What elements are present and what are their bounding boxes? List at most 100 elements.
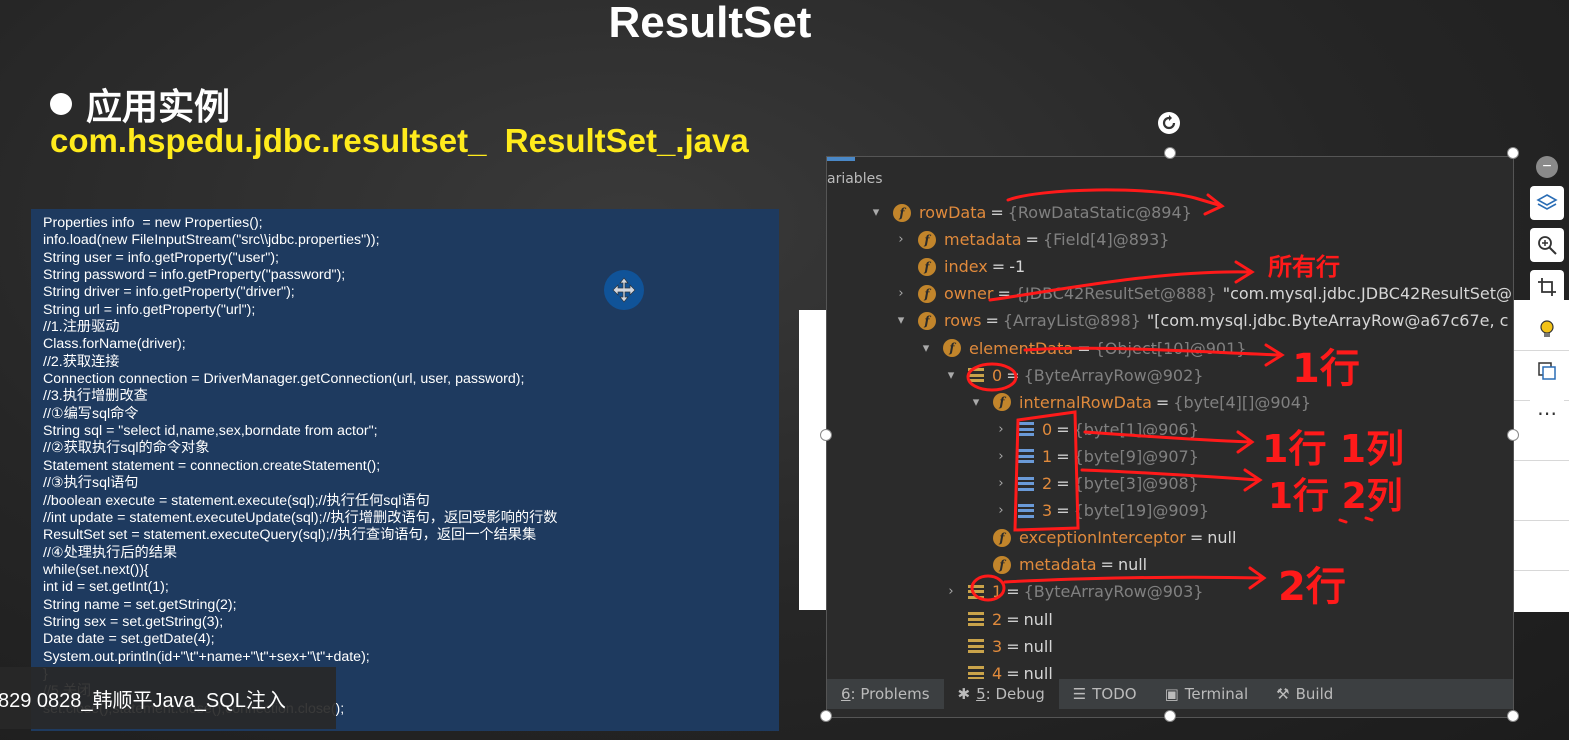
tool-tab[interactable]: 6: Problems <box>827 679 944 709</box>
code-line: int id = set.getInt(1); <box>43 579 169 596</box>
variable-row[interactable]: ▾ f rowData = {RowDataStatic@894} <box>869 199 1192 226</box>
tool-tab[interactable]: ✱ 5: Debug <box>943 679 1059 709</box>
zoom-icon[interactable] <box>1530 228 1564 262</box>
variable-row[interactable]: ▾ f rows = {ArrayList@898} "[com.mysql.jdbc.B… <box>894 307 1509 334</box>
variable-value: {ArrayList@898} <box>1002 311 1141 331</box>
equals-sign: = <box>1056 501 1070 521</box>
field-icon: f <box>918 230 936 249</box>
variable-value: {byte[4][]@904} <box>1173 392 1312 412</box>
code-line: String url = info.getProperty("url"); <box>43 301 256 318</box>
variable-row[interactable]: 2 = null <box>944 606 1053 633</box>
variable-extra: null <box>1207 528 1237 548</box>
resize-handle[interactable] <box>1507 429 1519 441</box>
variable-row[interactable]: › 1 = {byte[9]@907} <box>994 443 1199 470</box>
tab-label: Terminal <box>1184 685 1249 703</box>
code-line: //boolean execute = statement.execute(sq… <box>43 492 430 509</box>
code-panel: Properties info = new Properties(); info.… <box>31 209 779 731</box>
code-line: Statement statement = connection.createS… <box>43 457 381 474</box>
variable-row[interactable]: f exceptionInterceptor = null <box>969 524 1236 551</box>
equals-sign: = <box>1056 474 1070 493</box>
tab-label: Build <box>1295 685 1334 703</box>
minus-icon[interactable]: − <box>1536 156 1558 178</box>
more-icon[interactable]: ⋯ <box>1530 396 1564 430</box>
resize-handle[interactable] <box>1164 710 1176 722</box>
code-line: while(set.next()){ <box>43 561 149 578</box>
equals-sign: = <box>1155 392 1170 412</box>
variable-row[interactable]: › 2 = {byte[3]@908} <box>994 470 1199 497</box>
variable-value: {byte[19]@909} <box>1073 501 1210 521</box>
code-lines: Properties info = new Properties(); info.… <box>31 209 779 718</box>
variable-value: {ByteArrayRow@903} <box>1023 582 1204 602</box>
variable-name: rowData <box>919 203 987 222</box>
layers-icon[interactable] <box>1530 186 1564 220</box>
equals-sign: = <box>1006 365 1020 385</box>
tool-tab[interactable]: ☰ TODO <box>1059 679 1151 709</box>
variable-name: metadata <box>1019 555 1097 575</box>
crop-icon[interactable] <box>1530 270 1564 304</box>
resize-handle[interactable] <box>1507 710 1519 722</box>
chevron-right-icon[interactable]: › <box>994 422 1008 437</box>
chevron-down-icon[interactable]: ▾ <box>869 205 883 220</box>
equals-sign: = <box>1056 446 1070 466</box>
chevron-down-icon[interactable]: ▾ <box>894 313 908 328</box>
variable-row[interactable]: › 3 = {byte[19]@909} <box>994 497 1209 524</box>
variable-row[interactable]: f metadata = null <box>969 551 1147 578</box>
chevron-right-icon[interactable]: › <box>994 503 1008 518</box>
tool-tab[interactable]: ▣ Terminal <box>1151 679 1263 709</box>
chevron-right-icon[interactable]: › <box>894 286 908 301</box>
resize-handle[interactable] <box>820 710 832 722</box>
chevron-down-icon[interactable]: ▾ <box>944 368 958 383</box>
chevron-down-icon[interactable]: ▾ <box>919 341 933 356</box>
code-line: //int update = statement.executeUpdate(s… <box>43 509 558 526</box>
copy-image-icon[interactable] <box>1530 354 1564 388</box>
move-cursor-icon <box>604 270 644 310</box>
variable-name: owner <box>944 284 994 304</box>
field-icon: f <box>918 284 936 303</box>
chevron-right-icon[interactable]: › <box>894 232 908 247</box>
variable-row[interactable]: › f metadata = {Field[4]@893} <box>894 226 1169 253</box>
debugger-variables-panel[interactable]: ariables ▾ f rowData = {RowDataStatic@894} › f… <box>826 156 1514 718</box>
code-line: Connection connection = DriverManager.ge… <box>43 371 525 388</box>
tab-shortcut: 5 <box>976 685 986 703</box>
code-line: System.out.println(id+"\t"+name+"\t"+sex… <box>43 648 370 665</box>
lightbulb-icon[interactable] <box>1530 312 1564 346</box>
tool-window-bar: 6: Problems ✱ 5: Debug ☰ TODO ▣ Terminal ⚒ Build <box>827 679 1513 709</box>
variable-row[interactable]: f index = -1 <box>894 253 1025 280</box>
chevron-right-icon[interactable]: › <box>994 476 1008 491</box>
variable-value: {ByteArrayRow@902} <box>1023 365 1204 385</box>
list-icon: ☰ <box>1072 685 1087 703</box>
variable-value: {JDBC42ResultSet@888} <box>1014 284 1217 304</box>
variable-row[interactable]: ▾ f elementData = {Object[10]@901} <box>919 335 1247 362</box>
variable-name: 3 <box>992 636 1003 656</box>
field-icon: f <box>993 393 1011 412</box>
variable-extra: -1 <box>1009 257 1026 277</box>
code-line: //②获取执行sql的命令对象 <box>43 440 210 457</box>
code-line: String driver = info.getProperty("driver… <box>43 284 295 301</box>
variables-header: ariables <box>827 171 883 187</box>
chevron-right-icon[interactable]: › <box>944 584 958 599</box>
variable-row[interactable]: ▾ f internalRowData = {byte[4][]@904} <box>969 389 1311 416</box>
variable-row[interactable]: › f owner = {JDBC42ResultSet@888} "com.mysql.… <box>894 280 1512 307</box>
variable-row[interactable]: › 0 = {byte[1]@906} <box>994 416 1199 443</box>
variable-name: 1 <box>992 582 1003 602</box>
chevron-right-icon[interactable]: › <box>994 449 1008 464</box>
variable-row[interactable]: › 1 = {ByteArrayRow@903} <box>944 578 1203 605</box>
rotate-handle-icon[interactable] <box>1158 112 1180 134</box>
code-line: //④处理执行后的结果 <box>43 544 178 561</box>
code-line: Properties info = new Properties(); <box>43 215 263 231</box>
variable-row[interactable]: ▾ 0 = {ByteArrayRow@902} <box>944 362 1204 389</box>
tab-label: TODO <box>1092 685 1137 703</box>
variable-name: 0 <box>992 365 1003 385</box>
variable-row[interactable]: 3 = null <box>944 633 1053 660</box>
chevron-down-icon[interactable]: ▾ <box>969 395 983 410</box>
resize-handle[interactable] <box>820 429 832 441</box>
tool-tab[interactable]: ⚒ Build <box>1262 679 1347 709</box>
background-window-edge <box>799 310 829 610</box>
resize-handle[interactable] <box>1507 147 1519 159</box>
field-icon: f <box>918 311 936 330</box>
resize-handle[interactable] <box>1164 147 1176 159</box>
image-tools-toolbar: − ⋯ <box>1529 156 1565 466</box>
tab-label: : Debug <box>985 685 1045 703</box>
variable-name: exceptionInterceptor <box>1019 528 1186 548</box>
field-icon: f <box>893 203 911 222</box>
